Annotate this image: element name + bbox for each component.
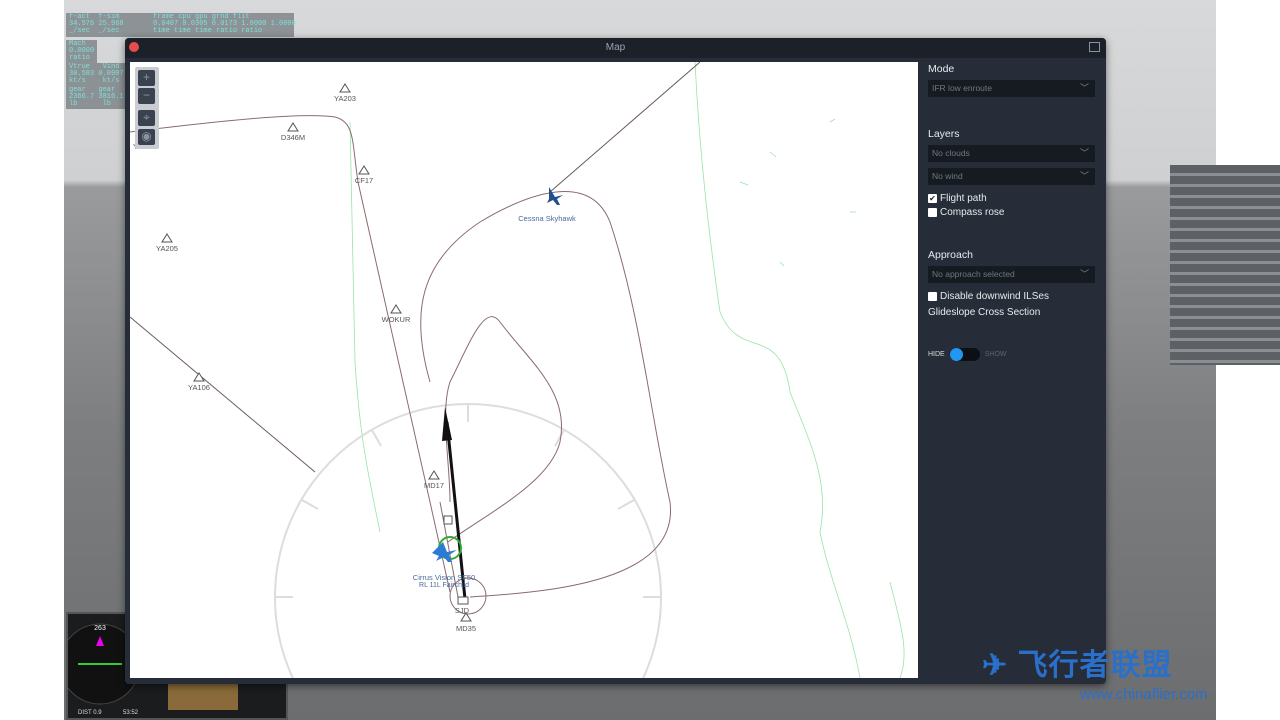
hangar [1170, 165, 1280, 365]
toggle-hide-label: HIDE [928, 351, 945, 358]
recenter-button[interactable]: ⌖ [138, 110, 155, 126]
waypoint-label: MD35 [456, 624, 476, 633]
chevron-down-icon: ﹀ [1079, 83, 1089, 93]
title-bar[interactable]: Map [125, 38, 1106, 58]
approach-value: No approach selected [932, 269, 1015, 279]
window-title: Map [605, 42, 626, 53]
aircraft-label: Cirrus Vision SF50 [413, 573, 475, 582]
checkbox-label: Compass rose [940, 207, 1005, 218]
waypoint-label: MD17 [424, 481, 444, 490]
map-window: Map YA203 D346M CF17 YA205 YA106 WOKUR M… [125, 38, 1106, 684]
zoom-in-button[interactable]: + [138, 70, 155, 86]
waypoint-label: YA205 [156, 244, 178, 253]
wind-value: No wind [932, 171, 963, 181]
mode-heading: Mode [928, 63, 955, 75]
runway-label: RL 11L Fairchild [419, 582, 469, 589]
aircraft-icon [547, 187, 563, 205]
map-settings-panel: Mode IFR low enroute ﹀ Layers No clouds ﹀ … [923, 62, 1103, 678]
checkbox-checked-icon: ✔ [928, 194, 937, 203]
clouds-select[interactable]: No clouds ﹀ [928, 145, 1095, 162]
distance-readout: DIST 0.9 [78, 710, 102, 716]
map-controls: + − ⌖ ◉ [135, 67, 159, 149]
data-output-mach: Mach 0.0000 ratio [66, 40, 98, 63]
chevron-down-icon: ﹀ [1079, 148, 1089, 158]
time-readout: 53:52 [123, 710, 139, 716]
wind-select[interactable]: No wind ﹀ [928, 168, 1095, 185]
watermark-logo: ✈ 飞行者联盟 [982, 649, 1173, 682]
data-output-text: Vtrue Vind 30.583 0.0907 kt/s kt/s [69, 63, 124, 85]
flight-path-checkbox[interactable]: ✔ Flight path [928, 193, 987, 204]
clouds-value: No clouds [932, 148, 970, 158]
data-output-timing: frame cpu gpu grnd flit 0.0407 0.0305 0.… [150, 13, 299, 36]
watermark-url: www.chinaflier.com [1080, 686, 1208, 703]
heading-readout: 263 [94, 625, 106, 632]
disable-downwind-checkbox[interactable]: Disable downwind ILSes [928, 291, 1049, 302]
data-output-text: gear gear 2366.7 3816.1 lb lb [69, 86, 124, 108]
cessna-skyhawk-aircraft[interactable]: Cessna Skyhawk [518, 187, 576, 223]
data-output-weight: gear gear 2366.7 3816.1 lb lb [66, 86, 127, 109]
checkbox-unchecked-icon [928, 208, 937, 217]
heading-arrow-icon [442, 407, 452, 441]
waypoint-label: YA106 [188, 383, 210, 392]
compass-rose-checkbox[interactable]: Compass rose [928, 207, 1004, 218]
waypoint-label: D346M [281, 133, 305, 142]
layers-heading: Layers [928, 128, 960, 140]
waypoint-label: CF17 [355, 176, 373, 185]
popout-icon[interactable] [1089, 42, 1100, 52]
waypoint-label: WOKUR [382, 315, 411, 324]
waypoint-markers [161, 83, 472, 622]
north-up-button[interactable]: ◉ [138, 129, 155, 145]
toggle-knob[interactable] [949, 348, 963, 361]
toggle-track[interactable] [949, 348, 980, 361]
glideslope-label: Glideslope Cross Section [928, 307, 1041, 318]
data-output-text: Mach 0.0000 ratio [69, 40, 95, 62]
approach-select[interactable]: No approach selected ﹀ [928, 266, 1095, 283]
waypoint-label: SJD [455, 606, 470, 615]
mode-select[interactable]: IFR low enroute ﹀ [928, 80, 1095, 97]
mode-value: IFR low enroute [932, 83, 992, 93]
flight-path [130, 115, 671, 615]
toggle-show-label: SHOW [984, 351, 1007, 358]
checkbox-label: Flight path [940, 193, 987, 204]
zoom-out-button[interactable]: − [138, 88, 155, 104]
data-output-text: frame cpu gpu grnd flit 0.0407 0.0305 0.… [153, 13, 296, 35]
data-output-text: f-act f-sim 34.576 25.968 _/sec _/sec [69, 13, 124, 35]
compass-rose [274, 403, 662, 678]
approach-heading: Approach [928, 249, 973, 261]
data-output-speed: Vtrue Vind 30.583 0.0907 kt/s kt/s [66, 63, 127, 86]
watermark-brand: 飞行者联盟 [1017, 649, 1173, 682]
aircraft-label: Cessna Skyhawk [518, 214, 576, 223]
glideslope-toggle[interactable]: HIDE SHOW [928, 348, 1007, 361]
map-svg[interactable]: YA203 D346M CF17 YA205 YA106 YA206 WOKUR… [130, 62, 918, 678]
checkbox-unchecked-icon [928, 292, 937, 301]
chevron-down-icon: ﹀ [1079, 269, 1089, 279]
checkbox-label: Disable downwind ILSes [940, 291, 1049, 302]
waypoint-label: YA203 [334, 94, 356, 103]
chevron-down-icon: ﹀ [1079, 171, 1089, 181]
map-canvas[interactable]: YA203 D346M CF17 YA205 YA106 YA206 WOKUR… [130, 62, 918, 678]
